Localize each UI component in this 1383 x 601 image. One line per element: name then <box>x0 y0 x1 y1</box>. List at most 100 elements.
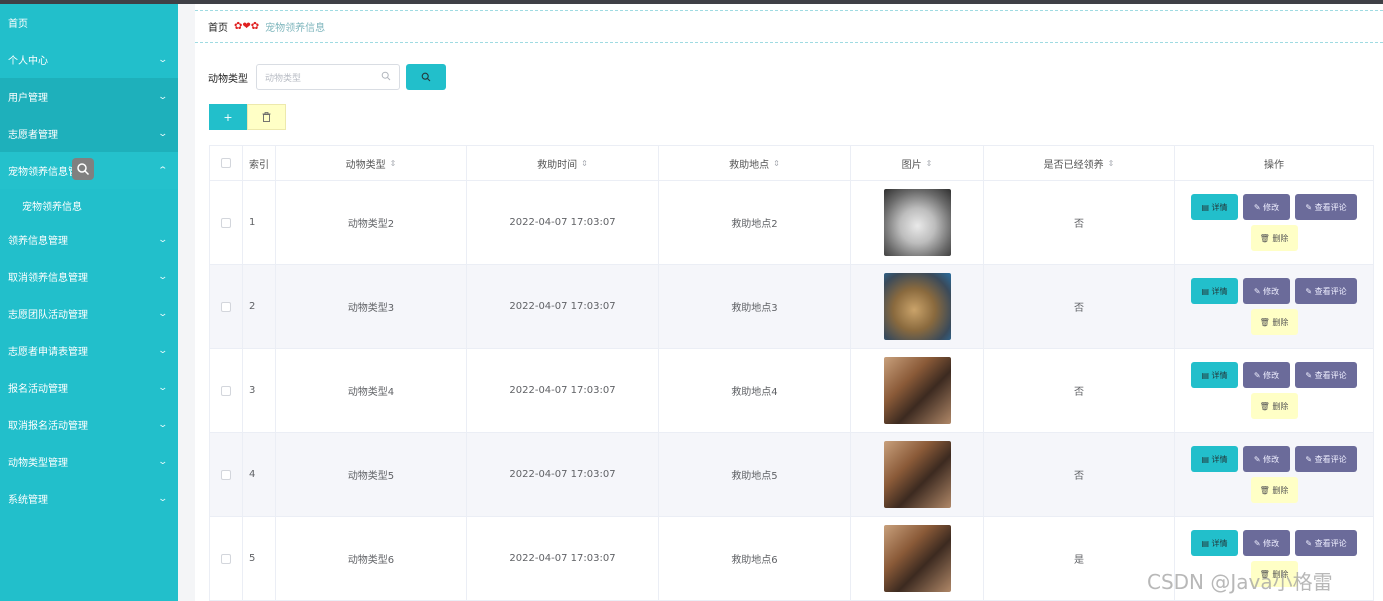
delete-button[interactable]: 🗑 删除 <box>1250 393 1298 419</box>
sidebar-subitem-pet-adoption[interactable]: 宠物领养信息 <box>0 189 178 221</box>
plus-icon: + <box>223 110 233 124</box>
sidebar-item-signup-activity[interactable]: 报名活动管理 ⌄ <box>0 369 178 406</box>
delete-button[interactable]: 🗑 删除 <box>1250 225 1298 251</box>
pencil-icon: ✎ <box>1305 286 1315 296</box>
row-adopted: 是 <box>1074 555 1084 566</box>
sidebar-item-profile[interactable]: 个人中心 ⌄ <box>0 41 178 78</box>
chevron-down-icon: ⌄ <box>157 128 169 139</box>
pet-image[interactable] <box>883 441 951 508</box>
view-comments-button[interactable]: ✎ 查看评论 <box>1295 194 1357 220</box>
sidebar-item-cancel-signup[interactable]: 取消报名活动管理 ⌄ <box>0 406 178 443</box>
doc-icon: ▤ <box>1201 286 1212 296</box>
header-animal-type[interactable]: 动物类型 ⇕ <box>276 146 467 180</box>
trash-icon: 🗑 <box>1259 317 1273 327</box>
chevron-down-icon: ⌄ <box>157 271 169 282</box>
delete-button[interactable]: 🗑 删除 <box>1250 309 1298 335</box>
animal-type-input[interactable]: 动物类型 <box>256 64 400 90</box>
view-comments-button[interactable]: ✎ 查看评论 <box>1295 278 1357 304</box>
sidebar-item-home[interactable]: 首页 <box>0 4 178 41</box>
pencil-icon: ✎ <box>1253 370 1264 380</box>
view-comments-button[interactable]: ✎ 查看评论 <box>1295 362 1357 388</box>
row-rescue-time: 2022-04-07 17:03:07 <box>509 385 616 396</box>
row-rescue-time: 2022-04-07 17:03:07 <box>509 217 616 228</box>
sidebar-item-cancel-adoption[interactable]: 取消领养信息管理 ⌄ <box>0 258 178 295</box>
sidebar-item-team-activity[interactable]: 志愿团队活动管理 ⌄ <box>0 295 178 332</box>
row-rescue-time: 2022-04-07 17:03:07 <box>509 301 616 312</box>
chevron-down-icon: ⌄ <box>157 308 169 319</box>
row-animal-type: 动物类型3 <box>347 303 395 314</box>
detail-button[interactable]: ▤ 详情 <box>1191 278 1238 304</box>
pet-image[interactable] <box>883 357 951 424</box>
trash-icon: 🗑 <box>1259 233 1273 243</box>
header-image[interactable]: 图片 ⇕ <box>851 146 984 180</box>
search-icon <box>381 71 391 84</box>
sort-icon[interactable]: ⇕ <box>773 159 780 168</box>
header-select-all[interactable] <box>210 146 243 180</box>
breadcrumb-home[interactable]: 首页 <box>208 19 228 34</box>
row-checkbox[interactable] <box>221 217 231 228</box>
sort-icon[interactable]: ⇕ <box>1108 159 1115 168</box>
watermark: CSDN @Java小格雷 <box>1147 570 1333 594</box>
delete-button[interactable]: 🗑 删除 <box>1250 477 1298 503</box>
sidebar-item-system[interactable]: 系统管理 ⌄ <box>0 480 178 517</box>
row-checkbox[interactable] <box>221 385 231 396</box>
view-comments-button[interactable]: ✎ 查看评论 <box>1295 446 1357 472</box>
chevron-down-icon: ⌄ <box>157 382 169 393</box>
chevron-down-icon: ⌄ <box>157 54 169 65</box>
row-checkbox[interactable] <box>221 301 231 312</box>
edit-button[interactable]: ✎ 修改 <box>1243 446 1290 472</box>
pet-image[interactable] <box>883 273 951 340</box>
header-rescue-place[interactable]: 救助地点 ⇕ <box>659 146 851 180</box>
add-button[interactable]: + <box>209 104 247 130</box>
detail-button[interactable]: ▤ 详情 <box>1191 530 1238 556</box>
detail-button[interactable]: ▤ 详情 <box>1191 446 1238 472</box>
search-button[interactable] <box>406 64 446 90</box>
sidebar-item-volunteer-application[interactable]: 志愿者申请表管理 ⌄ <box>0 332 178 369</box>
row-checkbox[interactable] <box>221 553 231 564</box>
pencil-icon: ✎ <box>1305 370 1315 380</box>
edit-button[interactable]: ✎ 修改 <box>1243 530 1290 556</box>
edit-button[interactable]: ✎ 修改 <box>1243 362 1290 388</box>
row-checkbox[interactable] <box>221 469 231 480</box>
pet-image[interactable] <box>883 525 951 592</box>
sidebar-item-adoption-mgmt[interactable]: 领养信息管理 ⌄ <box>0 221 178 258</box>
main-content: 首页 ✿❤✿ 宠物领养信息 动物类型 动物类型 + 索引 动物类型 ⇕ 救助时间 ⇕… <box>195 4 1383 601</box>
detail-button[interactable]: ▤ 详情 <box>1191 194 1238 220</box>
sort-icon[interactable]: ⇕ <box>581 159 588 168</box>
row-adopted: 否 <box>1074 303 1084 314</box>
sort-icon[interactable]: ⇕ <box>390 159 397 168</box>
select-all-checkbox[interactable] <box>221 158 231 168</box>
sidebar-item-label: 个人中心 <box>8 56 48 67</box>
pencil-icon: ✎ <box>1253 454 1264 464</box>
sidebar-item-label: 领养信息管理 <box>8 236 68 247</box>
edit-button[interactable]: ✎ 修改 <box>1243 194 1290 220</box>
sidebar-item-pet-adoption-mgmt[interactable]: 宠物领养信息管理 ⌃ <box>0 152 178 189</box>
heart-icon: ❤ <box>242 21 251 32</box>
detail-button[interactable]: ▤ 详情 <box>1191 362 1238 388</box>
row-animal-type: 动物类型4 <box>347 387 395 398</box>
breadcrumb: 首页 ✿❤✿ 宠物领养信息 <box>195 10 1383 43</box>
header-adopted[interactable]: 是否已经领养 ⇕ <box>984 146 1175 180</box>
pet-image[interactable] <box>883 189 951 256</box>
search-icon[interactable] <box>72 158 94 180</box>
row-rescue-place: 救助地点2 <box>731 219 778 230</box>
sidebar-item-animal-types[interactable]: 动物类型管理 ⌄ <box>0 443 178 480</box>
sidebar-item-label: 志愿者申请表管理 <box>8 347 88 358</box>
batch-delete-button[interactable] <box>247 104 286 130</box>
row-index: 5 <box>249 553 256 564</box>
sidebar: 首页 个人中心 ⌄ 用户管理 ⌄ 志愿者管理 ⌄ 宠物领养信息管理 ⌃ 宠物领养信息 … <box>0 4 178 601</box>
row-rescue-place: 救助地点6 <box>731 555 778 566</box>
sidebar-item-label: 志愿者管理 <box>8 130 58 141</box>
row-adopted: 否 <box>1074 471 1084 482</box>
header-rescue-time[interactable]: 救助时间 ⇕ <box>467 146 659 180</box>
sidebar-item-volunteers[interactable]: 志愿者管理 ⌄ <box>0 115 178 152</box>
row-adopted: 否 <box>1074 219 1084 230</box>
chevron-down-icon: ⌄ <box>157 456 169 467</box>
sidebar-item-label: 首页 <box>8 19 28 30</box>
view-comments-button[interactable]: ✎ 查看评论 <box>1295 530 1357 556</box>
breadcrumb-current: 宠物领养信息 <box>265 23 326 34</box>
sidebar-item-label: 报名活动管理 <box>8 384 68 395</box>
sidebar-item-users[interactable]: 用户管理 ⌄ <box>0 78 178 115</box>
sort-icon[interactable]: ⇕ <box>926 159 933 168</box>
edit-button[interactable]: ✎ 修改 <box>1243 278 1290 304</box>
